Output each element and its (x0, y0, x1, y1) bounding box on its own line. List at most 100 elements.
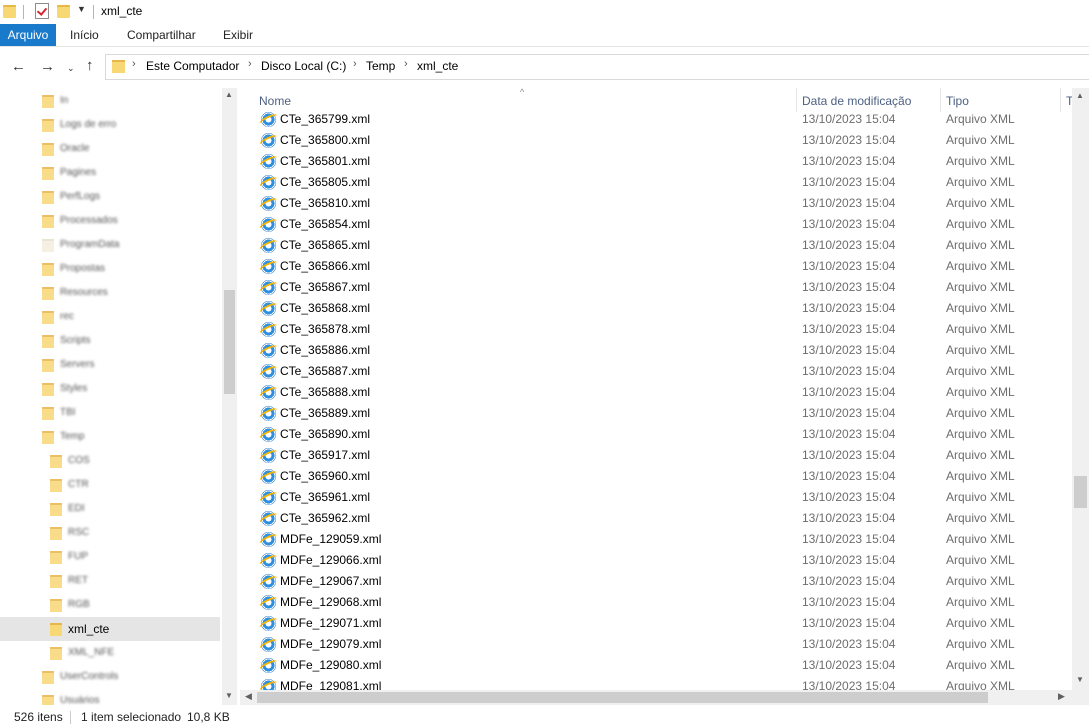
file-row[interactable]: CTe_365960.xml 13/10/2023 15:04 Arquivo XM… (240, 466, 1070, 487)
chevron-right-icon[interactable]: › (248, 58, 252, 70)
scroll-thumb[interactable] (224, 290, 235, 394)
breadcrumb-este-computador[interactable]: Este Computador (146, 59, 239, 73)
file-row[interactable]: CTe_365886.xml 13/10/2023 15:04 Arquivo XM… (240, 340, 1070, 361)
nav-folder-item[interactable]: FUP (0, 545, 220, 569)
file-row[interactable]: MDFe_129071.xml 13/10/2023 15:04 Arquivo X… (240, 613, 1070, 634)
forward-arrow-icon[interactable]: → (40, 59, 55, 75)
chevron-right-icon[interactable]: › (353, 58, 357, 70)
scroll-up-icon[interactable]: ▲ (225, 90, 233, 99)
up-arrow-icon[interactable]: ↑ (86, 58, 94, 74)
scroll-right-icon[interactable]: ▶ (1058, 691, 1065, 702)
file-row[interactable]: CTe_365805.xml 13/10/2023 15:04 Arquivo XM… (240, 172, 1070, 193)
file-row[interactable]: MDFe_129080.xml 13/10/2023 15:04 Arquivo X… (240, 655, 1070, 676)
file-row[interactable]: CTe_365917.xml 13/10/2023 15:04 Arquivo XM… (240, 445, 1070, 466)
nav-folder-item[interactable]: RSC (0, 521, 220, 545)
nav-folder-item[interactable]: Temp (0, 425, 220, 449)
folder-icon (50, 647, 62, 660)
file-row[interactable]: MDFe_129079.xml 13/10/2023 15:04 Arquivo X… (240, 634, 1070, 655)
file-row[interactable]: CTe_365961.xml 13/10/2023 15:04 Arquivo XM… (240, 487, 1070, 508)
file-row[interactable]: CTe_365799.xml 13/10/2023 15:04 Arquivo XM… (240, 109, 1070, 130)
xml-file-icon (261, 133, 276, 148)
file-date: 13/10/2023 15:04 (802, 322, 896, 336)
tab-exibir[interactable]: Exibir (223, 24, 253, 46)
file-row[interactable]: CTe_365887.xml 13/10/2023 15:04 Arquivo XM… (240, 361, 1070, 382)
new-folder-icon[interactable] (57, 5, 70, 18)
xml-file-icon (261, 448, 276, 463)
file-list-vertical-scrollbar[interactable]: ▲ ▼ (1072, 88, 1089, 690)
nav-folder-item[interactable]: TBI (0, 401, 220, 425)
file-row[interactable]: CTe_365878.xml 13/10/2023 15:04 Arquivo XM… (240, 319, 1070, 340)
nav-folder-label: RGB (68, 599, 90, 610)
nav-folder-item[interactable]: Propostas (0, 257, 220, 281)
nav-folder-item[interactable]: Logs de erro (0, 113, 220, 137)
file-row[interactable]: CTe_365890.xml 13/10/2023 15:04 Arquivo XM… (240, 424, 1070, 445)
file-row[interactable]: MDFe_129067.xml 13/10/2023 15:04 Arquivo X… (240, 571, 1070, 592)
recent-locations-icon[interactable]: ⌄ (67, 60, 75, 76)
scroll-thumb[interactable] (257, 692, 988, 703)
breadcrumb-disco-local[interactable]: Disco Local (C:) (261, 59, 346, 73)
chevron-right-icon[interactable]: › (132, 58, 136, 70)
file-row[interactable]: MDFe_129068.xml 13/10/2023 15:04 Arquivo X… (240, 592, 1070, 613)
file-row[interactable]: CTe_365867.xml 13/10/2023 15:04 Arquivo XM… (240, 277, 1070, 298)
file-name: CTe_365868.xml (280, 301, 371, 315)
file-row[interactable]: MDFe_129081.xml 13/10/2023 15:04 Arquivo X… (240, 676, 1070, 690)
nav-folder-item[interactable]: Servers (0, 353, 220, 377)
nav-folder-item[interactable]: rec (0, 305, 220, 329)
breadcrumb-temp[interactable]: Temp (366, 59, 395, 73)
file-row[interactable]: CTe_365800.xml 13/10/2023 15:04 Arquivo XM… (240, 130, 1070, 151)
file-row[interactable]: CTe_365801.xml 13/10/2023 15:04 Arquivo XM… (240, 151, 1070, 172)
nav-folder-item[interactable]: RGB (0, 593, 220, 617)
nav-folder-item[interactable]: Resources (0, 281, 220, 305)
file-row[interactable]: CTe_365962.xml 13/10/2023 15:04 Arquivo XM… (240, 508, 1070, 529)
nav-folder-item[interactable]: XML_NFE (0, 641, 220, 665)
nav-folder-item[interactable]: Usuários (0, 689, 220, 705)
chevron-right-icon[interactable]: › (404, 58, 408, 70)
nav-scrollbar[interactable]: ▲ ▼ (222, 88, 237, 705)
file-type: Arquivo XML (946, 280, 1015, 294)
nav-folder-item[interactable]: COS (0, 449, 220, 473)
nav-folder-item-selected[interactable]: xml_cte (0, 617, 220, 641)
file-name: CTe_365800.xml (280, 133, 371, 147)
nav-folder-item[interactable]: Scripts (0, 329, 220, 353)
file-row[interactable]: CTe_365854.xml 13/10/2023 15:04 Arquivo XM… (240, 214, 1070, 235)
tab-compartilhar[interactable]: Compartilhar (127, 24, 196, 46)
file-row[interactable]: CTe_365868.xml 13/10/2023 15:04 Arquivo XM… (240, 298, 1070, 319)
scroll-thumb[interactable] (1074, 476, 1087, 508)
nav-folder-item[interactable]: RET (0, 569, 220, 593)
nav-folder-item[interactable]: Oracle (0, 137, 220, 161)
file-row[interactable]: CTe_365865.xml 13/10/2023 15:04 Arquivo XM… (240, 235, 1070, 256)
properties-icon[interactable] (35, 3, 49, 19)
scroll-down-icon[interactable]: ▼ (225, 691, 233, 700)
scroll-down-icon[interactable]: ▼ (1076, 675, 1084, 684)
tab-inicio[interactable]: Início (70, 24, 99, 46)
file-row[interactable]: CTe_365810.xml 13/10/2023 15:04 Arquivo XM… (240, 193, 1070, 214)
nav-folder-item[interactable]: Processados (0, 209, 220, 233)
file-row[interactable]: MDFe_129066.xml 13/10/2023 15:04 Arquivo X… (240, 550, 1070, 571)
file-name: CTe_365890.xml (280, 427, 371, 441)
nav-folder-item[interactable]: UserControls (0, 665, 220, 689)
file-row[interactable]: CTe_365889.xml 13/10/2023 15:04 Arquivo XM… (240, 403, 1070, 424)
address-bar[interactable]: › Este Computador › Disco Local (C:) › T… (105, 54, 1089, 80)
scroll-left-icon[interactable]: ◀ (245, 691, 252, 702)
breadcrumb-xml-cte[interactable]: xml_cte (417, 59, 458, 73)
file-row[interactable]: CTe_365866.xml 13/10/2023 15:04 Arquivo XM… (240, 256, 1070, 277)
nav-folder-item[interactable]: Styles (0, 377, 220, 401)
nav-folder-item[interactable]: PerfLogs (0, 185, 220, 209)
file-date: 13/10/2023 15:04 (802, 511, 896, 525)
nav-folder-item[interactable]: In (0, 89, 220, 113)
back-arrow-icon[interactable]: ← (11, 59, 26, 75)
folder-icon[interactable] (3, 5, 16, 18)
file-list-horizontal-scrollbar[interactable]: ◀ ▶ (240, 690, 1072, 705)
folder-icon (50, 527, 62, 540)
nav-folder-item[interactable]: CTR (0, 473, 220, 497)
scroll-up-icon[interactable]: ▲ (1076, 91, 1084, 100)
file-row[interactable]: MDFe_129059.xml 13/10/2023 15:04 Arquivo X… (240, 529, 1070, 550)
nav-folder-item[interactable]: EDI (0, 497, 220, 521)
customize-toolbar-icon[interactable]: ▼ (77, 4, 86, 14)
nav-folder-item[interactable]: ProgramData (0, 233, 220, 257)
file-row[interactable]: CTe_365888.xml 13/10/2023 15:04 Arquivo XM… (240, 382, 1070, 403)
tab-arquivo[interactable]: Arquivo (0, 24, 56, 46)
nav-folder-item[interactable]: Pagines (0, 161, 220, 185)
file-date: 13/10/2023 15:04 (802, 595, 896, 609)
xml-file-icon (261, 217, 276, 232)
